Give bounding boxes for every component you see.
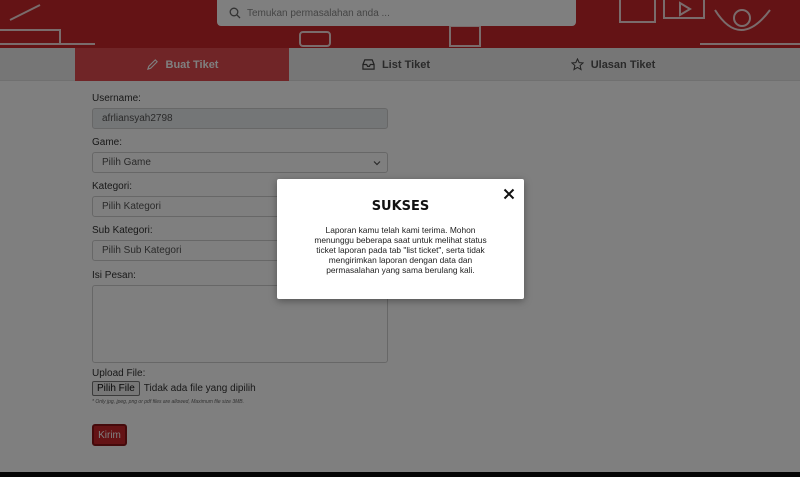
modal-message: Laporan kamu telah kami terima. Mohon me… — [314, 225, 487, 275]
modal-title: SUKSES — [371, 199, 430, 214]
success-modal: SUKSES Laporan kamu telah kami terima. M… — [277, 179, 524, 299]
